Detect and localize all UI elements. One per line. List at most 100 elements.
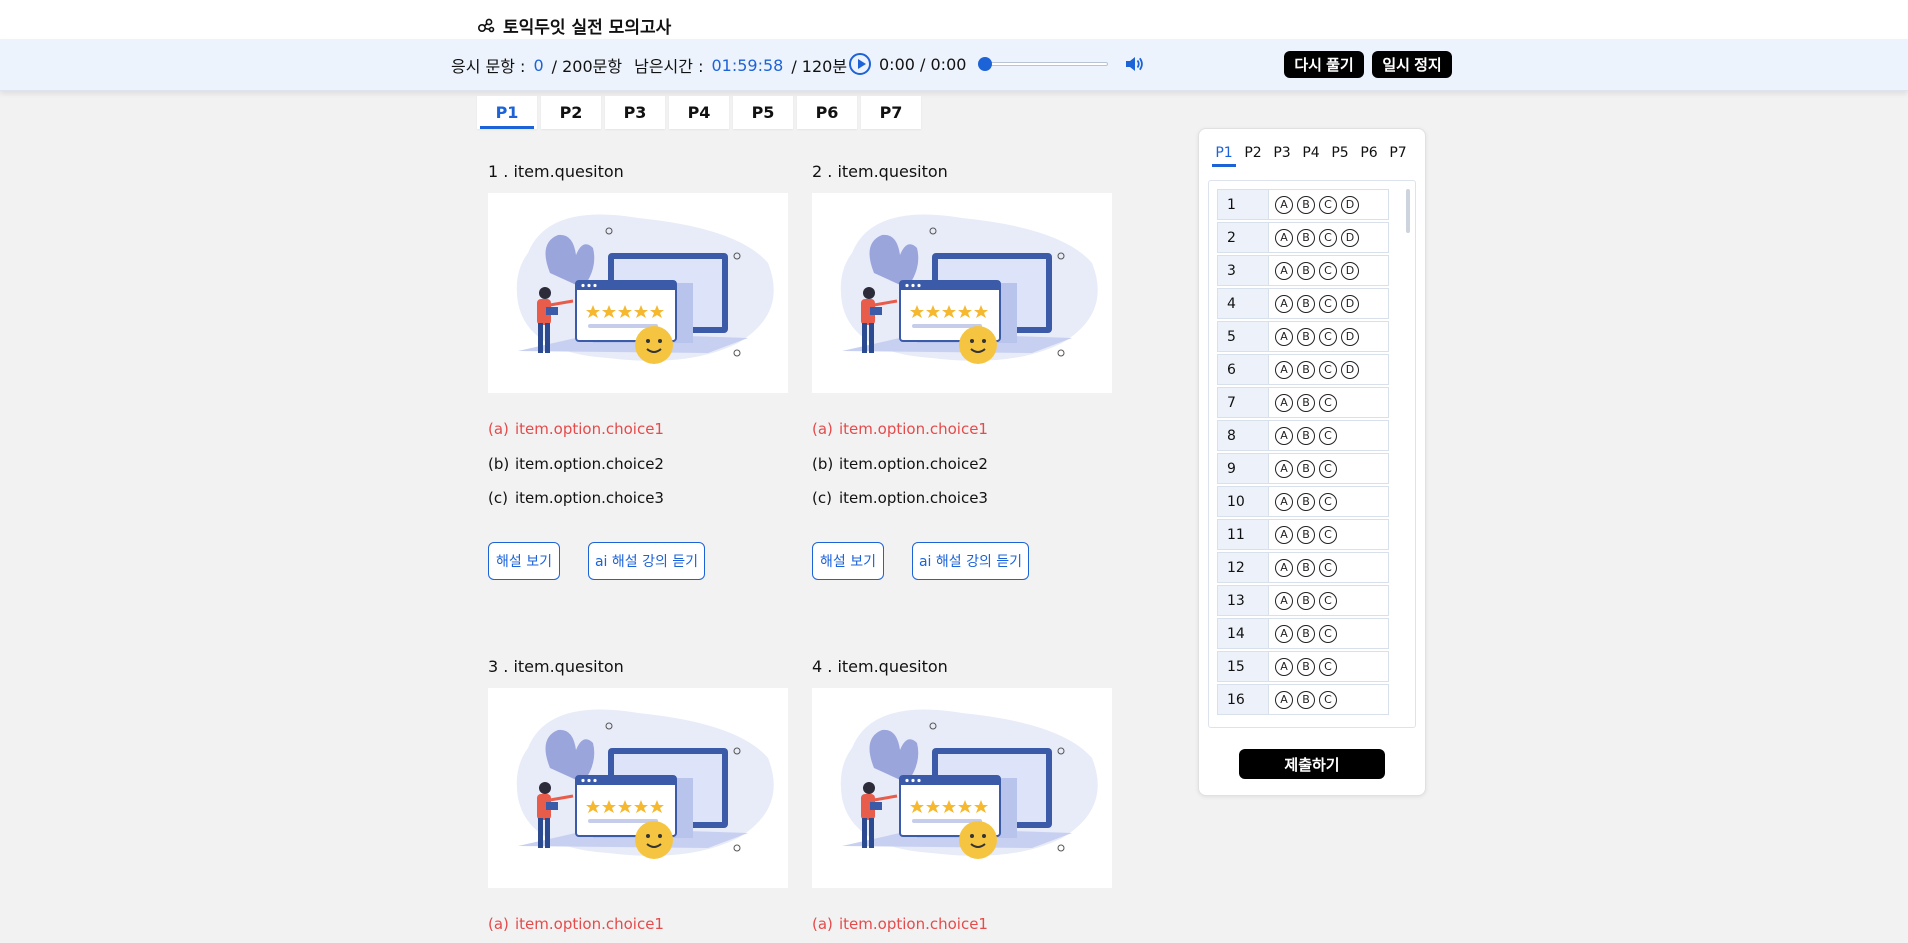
option-c[interactable]: (c) item.option.choice3 [812, 489, 988, 507]
answer-bubble-b[interactable]: B [1297, 492, 1315, 511]
sheet-tab-p2[interactable]: P2 [1240, 139, 1266, 167]
answer-bubble-a[interactable]: A [1275, 657, 1293, 676]
answer-bubble-c[interactable]: C [1319, 525, 1337, 544]
tab-p6[interactable]: P6 [797, 96, 857, 129]
answer-sheet-list[interactable]: 1ABCD2ABCD3ABCD4ABCD5ABCD6ABCD7ABC8ABC9A… [1208, 180, 1416, 728]
sheet-tab-p1[interactable]: P1 [1211, 139, 1237, 167]
answer-bubble-a[interactable]: A [1275, 393, 1293, 412]
tab-p2[interactable]: P2 [541, 96, 601, 129]
option-c[interactable]: (c) item.option.choice3 [488, 489, 664, 507]
tab-p4[interactable]: P4 [669, 96, 729, 129]
answer-bubble-c[interactable]: C [1319, 294, 1337, 313]
explanation-button[interactable]: 해설 보기 [488, 542, 560, 580]
answer-bubble-d[interactable]: D [1341, 195, 1359, 214]
answer-bubble-b[interactable]: B [1297, 657, 1315, 676]
laptop-review-illustration [840, 214, 1098, 364]
ai-lecture-button[interactable]: ai 해설 강의 듣기 [588, 542, 705, 580]
answer-bubble-a[interactable]: A [1275, 558, 1293, 577]
answer-bubble-b[interactable]: B [1297, 294, 1315, 313]
answer-bubble-c[interactable]: C [1319, 195, 1337, 214]
answer-bubble-a[interactable]: A [1275, 525, 1293, 544]
answer-bubble-c[interactable]: C [1319, 261, 1337, 280]
answer-bubble-b[interactable]: B [1297, 624, 1315, 643]
answer-bubble-b[interactable]: B [1297, 591, 1315, 610]
sheet-tab-p3[interactable]: P3 [1269, 139, 1295, 167]
option-b[interactable]: (b) item.option.choice2 [488, 455, 664, 473]
answer-bubble-b[interactable]: B [1297, 360, 1315, 379]
answer-bubble-c[interactable]: C [1319, 492, 1337, 511]
audio-seek-slider[interactable] [978, 57, 1109, 71]
tab-p5[interactable]: P5 [733, 96, 793, 129]
answer-bubble-d[interactable]: D [1341, 327, 1359, 346]
answer-bubble-c[interactable]: C [1319, 327, 1337, 346]
answer-bubble-a[interactable]: A [1275, 624, 1293, 643]
answer-bubble-b[interactable]: B [1297, 228, 1315, 247]
answer-bubble-b[interactable]: B [1297, 459, 1315, 478]
answer-bubble-d[interactable]: D [1341, 261, 1359, 280]
retry-button[interactable]: 다시 풀기 [1284, 51, 1364, 78]
answer-bubble-c[interactable]: C [1319, 360, 1337, 379]
answer-bubble-c[interactable]: C [1319, 624, 1337, 643]
sheet-tab-p4[interactable]: P4 [1298, 139, 1324, 167]
answer-bubble-b[interactable]: B [1297, 261, 1315, 280]
option-a[interactable]: (a) item.option.choice1 [488, 420, 664, 438]
answer-choices: ABC [1269, 486, 1389, 517]
answer-bubble-c[interactable]: C [1319, 690, 1337, 709]
tab-p3[interactable]: P3 [605, 96, 665, 129]
answer-bubble-c[interactable]: C [1319, 657, 1337, 676]
option-text: item.option.choice1 [839, 420, 988, 438]
tab-p1[interactable]: P1 [477, 96, 537, 129]
submit-button[interactable]: 제출하기 [1239, 749, 1385, 779]
answer-bubble-a[interactable]: A [1275, 294, 1293, 313]
option-text: item.option.choice2 [839, 455, 988, 473]
question-image [488, 193, 788, 393]
answer-bubble-a[interactable]: A [1275, 195, 1293, 214]
scrollbar[interactable] [1406, 189, 1410, 233]
answer-bubble-b[interactable]: B [1297, 426, 1315, 445]
answer-row: 6ABCD [1217, 354, 1389, 385]
answer-bubble-b[interactable]: B [1297, 327, 1315, 346]
volume-icon[interactable] [1124, 54, 1144, 74]
answer-bubble-b[interactable]: B [1297, 525, 1315, 544]
explanation-button[interactable]: 해설 보기 [812, 542, 884, 580]
option-a[interactable]: (a) item.option.choice1 [812, 420, 988, 438]
answer-bubble-c[interactable]: C [1319, 393, 1337, 412]
answer-bubble-b[interactable]: B [1297, 195, 1315, 214]
answer-bubble-a[interactable]: A [1275, 360, 1293, 379]
answer-bubble-a[interactable]: A [1275, 492, 1293, 511]
answer-bubble-a[interactable]: A [1275, 690, 1293, 709]
tab-p7[interactable]: P7 [861, 96, 921, 129]
answer-bubble-d[interactable]: D [1341, 360, 1359, 379]
option-label: (c) [812, 489, 832, 507]
play-icon[interactable] [849, 53, 871, 75]
answer-choices: ABC [1269, 618, 1389, 649]
answer-bubble-c[interactable]: C [1319, 426, 1337, 445]
answer-bubble-d[interactable]: D [1341, 294, 1359, 313]
answer-bubble-a[interactable]: A [1275, 459, 1293, 478]
answer-bubble-a[interactable]: A [1275, 426, 1293, 445]
pause-button[interactable]: 일시 정지 [1372, 51, 1452, 78]
answer-bubble-c[interactable]: C [1319, 558, 1337, 577]
option-b[interactable]: (b) item.option.choice2 [812, 455, 988, 473]
ai-lecture-button[interactable]: ai 해설 강의 듣기 [912, 542, 1029, 580]
seek-knob[interactable] [978, 57, 993, 71]
answer-bubble-b[interactable]: B [1297, 393, 1315, 412]
answer-bubble-d[interactable]: D [1341, 228, 1359, 247]
question-card: 1 . item.quesiton (a) item.option.choice1… [488, 162, 788, 580]
option-a[interactable]: (a) item.option.choice1 [812, 915, 988, 933]
answer-bubble-a[interactable]: A [1275, 228, 1293, 247]
sheet-tab-p5[interactable]: P5 [1327, 139, 1353, 167]
answer-row-number: 9 [1217, 453, 1269, 484]
sheet-tab-p7[interactable]: P7 [1385, 139, 1411, 167]
option-a[interactable]: (a) item.option.choice1 [488, 915, 664, 933]
answer-bubble-b[interactable]: B [1297, 690, 1315, 709]
answer-bubble-a[interactable]: A [1275, 591, 1293, 610]
answer-bubble-b[interactable]: B [1297, 558, 1315, 577]
answer-bubble-c[interactable]: C [1319, 591, 1337, 610]
answer-bubble-a[interactable]: A [1275, 261, 1293, 280]
audio-time: 0:00 / 0:00 [879, 54, 967, 74]
answer-bubble-c[interactable]: C [1319, 459, 1337, 478]
sheet-tab-p6[interactable]: P6 [1356, 139, 1382, 167]
answer-bubble-c[interactable]: C [1319, 228, 1337, 247]
answer-bubble-a[interactable]: A [1275, 327, 1293, 346]
